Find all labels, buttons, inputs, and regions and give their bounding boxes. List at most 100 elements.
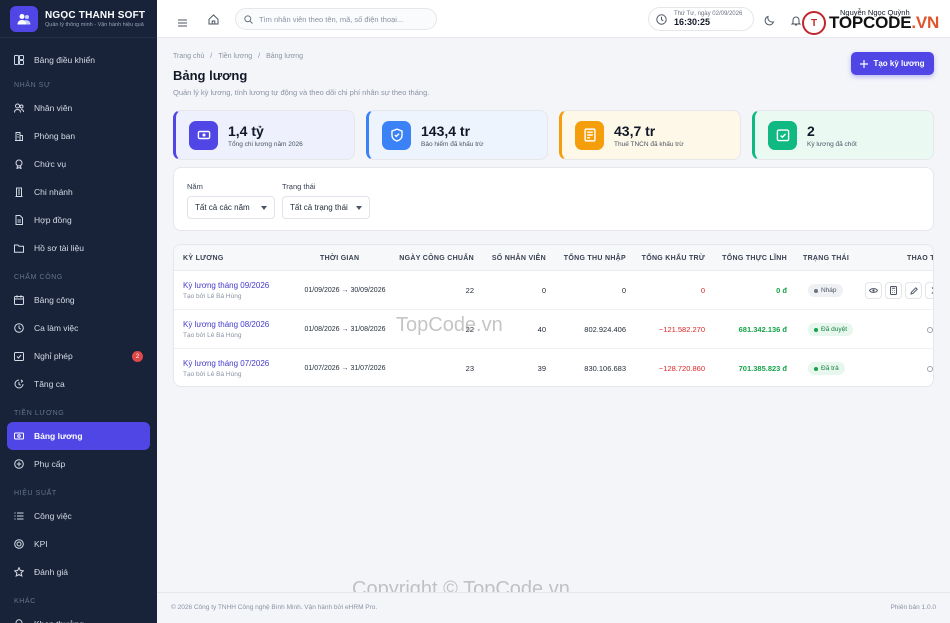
- create-payroll-button[interactable]: Tạo kỳ lương: [851, 52, 934, 75]
- menu-toggle-icon[interactable]: [178, 14, 187, 32]
- star-icon: [14, 567, 24, 577]
- table-row[interactable]: Kỳ lương tháng 09/2026 Tạo bởi Lê Bá Hùn…: [174, 271, 933, 310]
- sidebar-item-label: Khen thưởng: [34, 619, 84, 623]
- sidebar-item-list[interactable]: Công việc: [0, 502, 157, 530]
- period-dates: 01/07/2026 → 31/07/2026: [304, 365, 386, 372]
- page-subtitle: Quản lý kỳ lương, tính lương tự động và …: [173, 88, 430, 97]
- period-name[interactable]: Kỳ lương tháng 07/2026: [183, 359, 269, 368]
- sidebar-item-star[interactable]: Đánh giá: [0, 558, 157, 586]
- sidebar-item-target[interactable]: KPI: [0, 530, 157, 558]
- sidebar-item-label: Chức vụ: [34, 159, 67, 169]
- search-icon: [244, 14, 253, 24]
- footer: © 2026 Công ty TNHH Công nghệ Bình Minh.…: [157, 592, 950, 623]
- stat-label: Thuế TNCN đã khấu trừ: [614, 140, 684, 148]
- folder-icon: [14, 244, 24, 253]
- sidebar-item-users[interactable]: Nhân viên: [0, 94, 157, 122]
- edit-button[interactable]: [905, 282, 922, 299]
- total-income: 0: [621, 286, 626, 295]
- sidebar-item-folder[interactable]: Hồ sơ tài liệu: [0, 234, 157, 262]
- standard-days: 22: [465, 286, 474, 295]
- stat-pit-tax-icon: [575, 120, 604, 150]
- col-time: THỜI GIAN: [320, 254, 360, 262]
- sidebar-item-label: KPI: [34, 539, 48, 549]
- employee-count: 0: [541, 286, 546, 295]
- sidebar-section-title: TIỀN LƯƠNG: [14, 409, 65, 417]
- sidebar-item-branch[interactable]: Chi nhánh: [0, 178, 157, 206]
- status-filter-label: Trạng thái: [282, 182, 316, 191]
- stat-label: Tổng chi lương năm 2026: [228, 140, 303, 148]
- sidebar-item-building[interactable]: Phòng ban: [0, 122, 157, 150]
- user-name[interactable]: Nguyễn Ngọc Quỳnh: [840, 8, 910, 17]
- watermark-badge-icon: T: [802, 11, 826, 35]
- period-name[interactable]: Kỳ lương tháng 08/2026: [183, 320, 269, 329]
- stat-card-pit-tax: 43,7 tr Thuế TNCN đã khấu trừ: [559, 110, 741, 160]
- action-overflow-icon[interactable]: [927, 365, 933, 372]
- badge-icon: [15, 159, 23, 169]
- stat-value: 143,4 tr: [421, 122, 471, 139]
- sidebar-item-clock[interactable]: Ca làm việc: [0, 314, 157, 342]
- breadcrumb-home[interactable]: Trang chủ: [173, 53, 204, 60]
- sidebar-item-leave[interactable]: Nghỉ phép 2: [0, 342, 157, 370]
- year-select-value: Tất cả các năm: [195, 203, 250, 212]
- home-icon[interactable]: [208, 12, 219, 30]
- total-net: 701.385.823 đ: [738, 364, 787, 373]
- total-income: 830.106.683: [584, 364, 626, 373]
- sidebar-item-label: Chi nhánh: [34, 187, 73, 197]
- stat-label: Kỳ lương đã chốt: [807, 140, 857, 148]
- sidebar-item-contract[interactable]: Hợp đồng: [0, 206, 157, 234]
- table-row[interactable]: Kỳ lương tháng 07/2026 Tạo bởi Lê Bá Hùn…: [174, 349, 933, 386]
- action-overflow-icon[interactable]: [927, 326, 933, 333]
- period-cell[interactable]: Kỳ lương tháng 08/2026 Tạo bởi Lê Bá Hùn…: [183, 310, 269, 349]
- filter-panel: Năm Tất cả các năm Trạng thái Tất cả trạ…: [173, 167, 934, 231]
- period-name[interactable]: Kỳ lương tháng 09/2026: [183, 281, 269, 290]
- sidebar-item-label: Nhân viên: [34, 103, 73, 113]
- dark-mode-icon[interactable]: [764, 13, 775, 31]
- sidebar-item-badge[interactable]: Chức vụ: [0, 150, 157, 178]
- users-icon: [14, 103, 24, 113]
- period-dates: 01/08/2026 → 31/08/2026: [304, 326, 386, 333]
- plus-icon: [860, 59, 869, 68]
- list-icon: [14, 512, 24, 520]
- status-badge: Nháp: [808, 284, 843, 297]
- period-cell[interactable]: Kỳ lương tháng 07/2026 Tạo bởi Lê Bá Hùn…: [183, 349, 269, 386]
- sidebar-item-payroll[interactable]: Bảng lương: [7, 422, 150, 450]
- stat-card-insurance: 143,4 tr Bảo hiểm đã khấu trừ: [366, 110, 548, 160]
- status-badge: Đã trả: [808, 362, 845, 375]
- col-status: TRẠNG THÁI: [803, 254, 850, 262]
- more-button[interactable]: [925, 282, 933, 299]
- sidebar-item-plus-circle[interactable]: Phụ cấp: [0, 450, 157, 478]
- sidebar-item-label: Ca làm việc: [34, 323, 79, 333]
- view-button[interactable]: [865, 282, 882, 299]
- period-dates: 01/09/2026 → 30/09/2026: [304, 287, 386, 294]
- stat-label: Bảo hiểm đã khấu trừ: [421, 140, 484, 148]
- sidebar-item-dashboard[interactable]: Bảng điều khiển: [0, 45, 157, 75]
- breadcrumb: Trang chủ / Tiền lương / Bảng lương: [173, 53, 304, 60]
- watermark-suffix: .VN: [911, 13, 940, 32]
- brand[interactable]: NGỌC THANH SOFT Quản lý thông minh - Vận…: [0, 0, 157, 38]
- sidebar-item-overtime[interactable]: Tăng ca: [0, 370, 157, 398]
- brand-tagline: Quản lý thông minh - Vận hành hiệu quả: [45, 21, 144, 28]
- sidebar-item-calendar[interactable]: Bảng công: [0, 286, 157, 314]
- stat-value: 2: [807, 122, 815, 139]
- status-select-value: Tất cả trạng thái: [290, 203, 348, 212]
- create-payroll-label: Tạo kỳ lương: [873, 59, 925, 68]
- year-select[interactable]: Tất cả các năm: [187, 196, 275, 219]
- search-input[interactable]: [258, 14, 428, 24]
- pencil-icon: [909, 286, 918, 295]
- sidebar-item-label: Bảng điều khiển: [34, 55, 95, 65]
- payroll-icon: [14, 432, 24, 440]
- sidebar-item-award[interactable]: Khen thưởng: [0, 610, 157, 623]
- breadcrumb-current: Bảng lương: [266, 53, 304, 60]
- stat-insurance-icon: [382, 120, 411, 150]
- calculate-button[interactable]: [885, 282, 902, 299]
- actions-cell: [865, 271, 933, 310]
- status-select[interactable]: Tất cả trạng thái: [282, 196, 370, 219]
- period-cell[interactable]: Kỳ lương tháng 09/2026 Tạo bởi Lê Bá Hùn…: [183, 271, 269, 310]
- bell-icon[interactable]: [790, 13, 802, 31]
- sidebar-item-label: Hồ sơ tài liệu: [34, 243, 84, 253]
- table-row[interactable]: Kỳ lương tháng 08/2026 Tạo bởi Lê Bá Hùn…: [174, 310, 933, 349]
- building-icon: [15, 132, 23, 141]
- dashboard-icon: [14, 55, 24, 65]
- breadcrumb-salary[interactable]: Tiền lương: [218, 53, 252, 60]
- search-box[interactable]: [235, 8, 437, 30]
